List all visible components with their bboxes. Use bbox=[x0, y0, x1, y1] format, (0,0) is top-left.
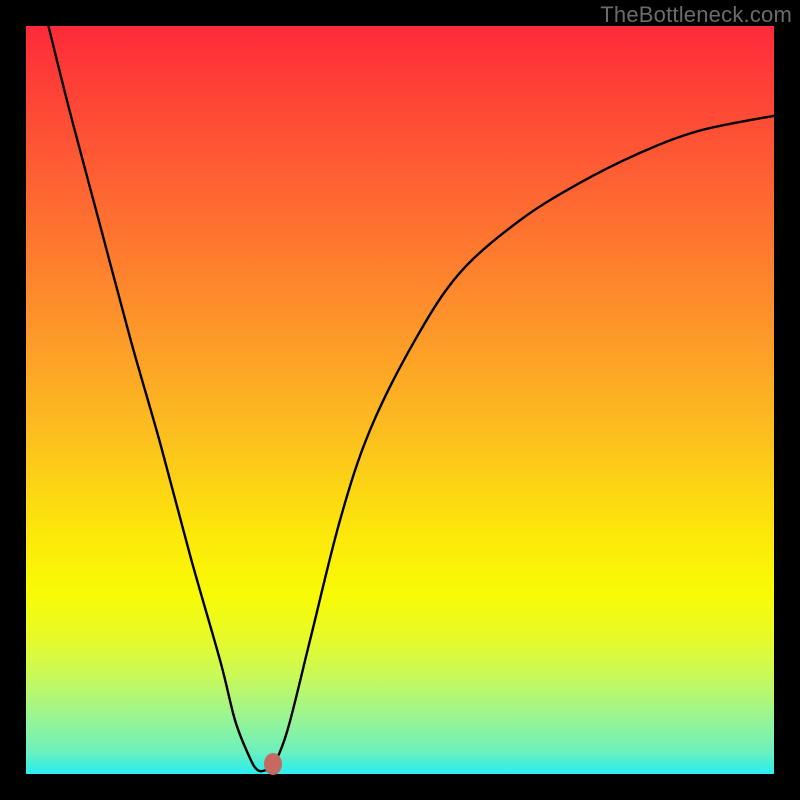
chart-frame: TheBottleneck.com bbox=[0, 0, 800, 800]
bottleneck-curve bbox=[48, 26, 774, 771]
curve-svg bbox=[26, 26, 774, 774]
optimum-marker bbox=[264, 753, 282, 775]
attribution-text: TheBottleneck.com bbox=[600, 2, 792, 28]
plot-area bbox=[26, 26, 774, 774]
